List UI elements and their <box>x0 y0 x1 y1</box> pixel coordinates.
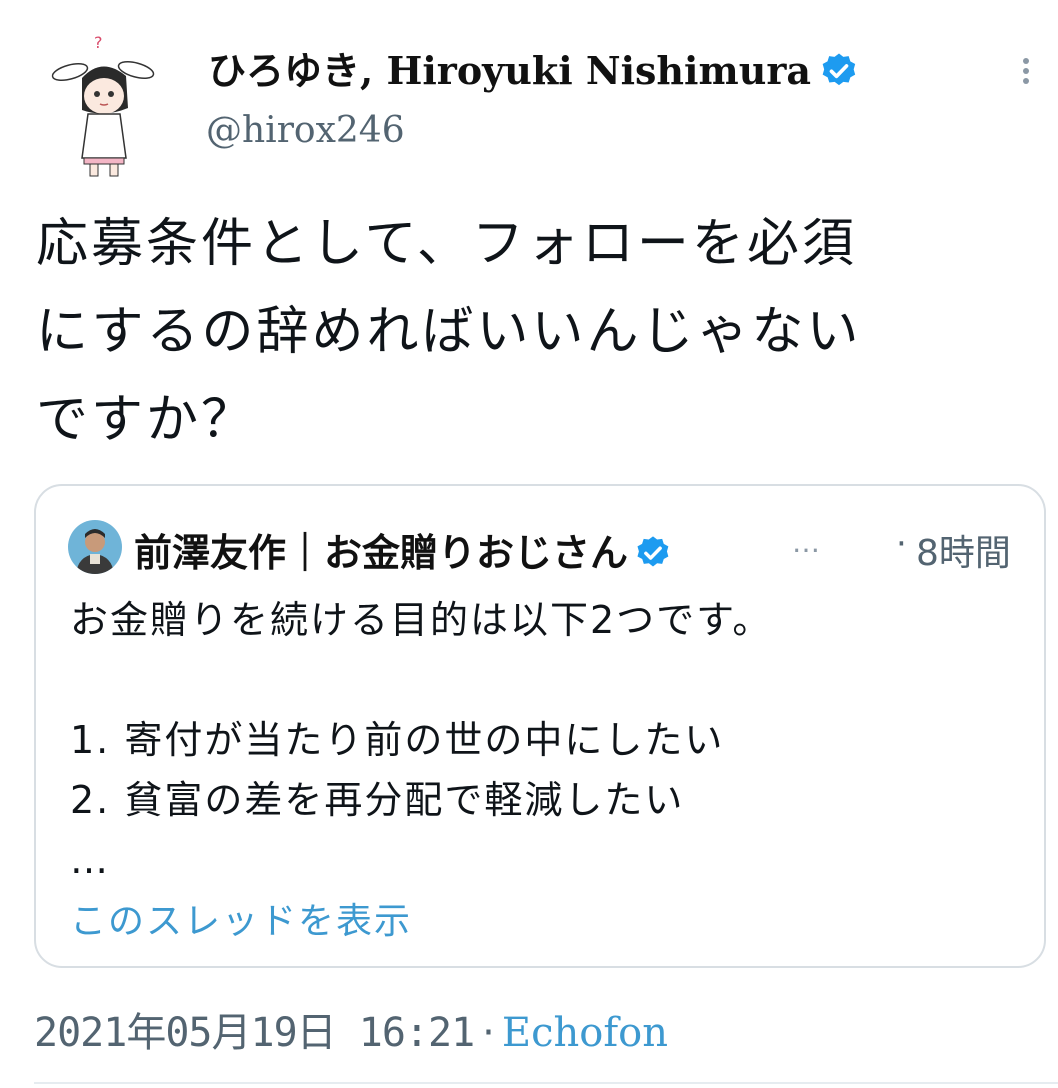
show-thread-link[interactable]: このスレッドを表示 <box>70 892 412 944</box>
quote-author-name-row[interactable]: 前澤友作｜お金贈りおじさん <box>134 522 672 577</box>
tweet-source[interactable]: Echofon <box>502 1010 668 1056</box>
quote-separator: · <box>896 524 907 564</box>
quote-text: お金贈りを続ける目的は以下2つです。 1. 寄付が当たり前の世の中にしたい 2.… <box>70 598 773 882</box>
quote-timestamp[interactable]: 8時間 <box>916 524 1011 576</box>
meta-separator: · <box>482 1010 495 1056</box>
author-handle[interactable]: @hirox246 <box>206 110 405 151</box>
more-vertical-icon[interactable] <box>1016 54 1036 94</box>
quote-ellipsis: … <box>792 526 824 559</box>
quote-author-avatar[interactable] <box>68 520 122 574</box>
divider <box>34 1082 1058 1084</box>
quoted-tweet-card[interactable]: 前澤友作｜お金贈りおじさん … · 8時間 お金贈りを続ける目的は以下2つです。… <box>34 484 1046 968</box>
svg-text:?: ? <box>94 33 103 52</box>
tweet-meta: 2021年05月19日 16:21 · Echofon <box>34 1000 668 1058</box>
tweet-date[interactable]: 2021年05月19日 16:21 <box>34 1010 475 1056</box>
author-name[interactable]: ひろゆき, Hiroyuki Nishimura <box>208 48 811 93</box>
verified-badge-icon <box>634 534 672 572</box>
author-name-row[interactable]: ひろゆき, Hiroyuki Nishimura <box>208 40 859 95</box>
tweet-text: 応募条件として、フォローを必須 にするの辞めればいいんじゃない ですか？ <box>36 214 862 450</box>
quote-author-name[interactable]: 前澤友作｜お金贈りおじさん <box>134 531 628 575</box>
verified-badge-icon <box>819 51 859 91</box>
author-avatar[interactable]: ? <box>44 30 164 180</box>
